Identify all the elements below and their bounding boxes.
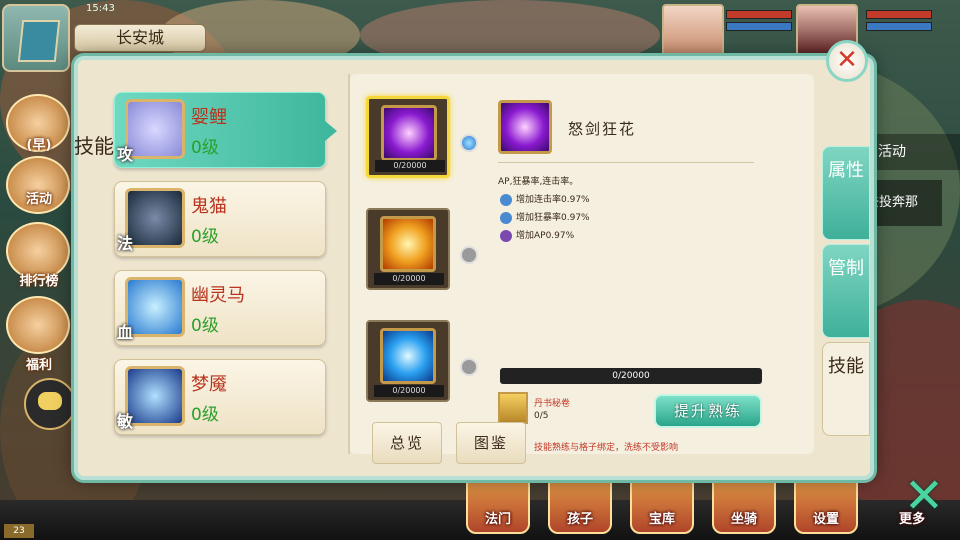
tab-control[interactable]: 管制 — [822, 244, 870, 338]
proficiency-note: 技能熟练与格子绑定，洗练不受影响 — [534, 443, 679, 453]
welfare-label: 福利 — [25, 358, 52, 373]
skill-radio[interactable] — [460, 134, 478, 152]
pet-card[interactable]: 法 鬼猫 0级 — [114, 181, 326, 257]
skill-detail-icon — [498, 100, 552, 154]
player-avatar[interactable] — [662, 4, 724, 58]
close-icon[interactable]: ✕ — [826, 40, 868, 82]
skill-radio[interactable] — [460, 358, 478, 376]
status-time: 15:43 — [86, 3, 115, 14]
activity-label: 活动 — [25, 192, 52, 207]
skill-effect: 增加连击率0.97% — [500, 192, 590, 206]
pet-hp-mp-bars — [866, 10, 932, 34]
swirl-icon — [500, 193, 512, 206]
skill-xp: 0/20000 — [374, 385, 444, 397]
codex-tab[interactable]: 图鉴 — [456, 422, 526, 464]
pet-level: 0级 — [191, 138, 219, 158]
skill-xp: 0/20000 — [375, 160, 445, 172]
chat-icon[interactable] — [24, 378, 76, 430]
section-label: 技能 — [74, 134, 114, 158]
pet-type-badge: 血 — [117, 323, 134, 342]
pet-level: 0级 — [191, 405, 219, 425]
skill-slot[interactable]: 0/20000 — [366, 96, 450, 178]
pet-card[interactable]: 攻 婴鲤 0级 — [114, 92, 337, 168]
morning-label: (早) — [26, 138, 52, 153]
divider — [498, 162, 754, 163]
swirl-icon — [500, 211, 512, 224]
mount-label: 坐骑 — [730, 512, 757, 527]
pet-name: 婴鲤 — [191, 107, 227, 128]
more-label: 更多 — [898, 512, 925, 527]
activity-hud[interactable]: 活动 — [860, 134, 960, 170]
pet-type-badge: 敏 — [117, 412, 134, 431]
skill-panel: 0/20000 0/20000 0/20000 怒剑狂花 AP,狂暴率,连击率。… — [350, 74, 814, 454]
pet-portrait — [125, 188, 185, 248]
skill-icon — [381, 105, 437, 161]
pet-type-badge: 法 — [117, 234, 134, 253]
skill-radio[interactable] — [460, 246, 478, 264]
pet-card[interactable]: 敏 梦魇 0级 — [114, 359, 326, 435]
pet-name: 幽灵马 — [191, 285, 245, 306]
skill-xp: 0/20000 — [374, 273, 444, 285]
book-icon — [498, 392, 528, 424]
player-hp-mp-bars — [726, 10, 792, 34]
overview-tab[interactable]: 总览 — [372, 422, 442, 464]
tab-attributes[interactable]: 属性 — [822, 146, 870, 240]
skill-description: AP,狂暴率,连击率。 — [498, 177, 579, 187]
dharma-label: 法门 — [484, 512, 511, 527]
child-label: 孩子 — [566, 512, 593, 527]
pet-portrait — [125, 277, 185, 337]
level-tag: 23 — [4, 524, 34, 538]
pet-portrait — [125, 99, 185, 159]
skill-slot[interactable]: 0/20000 — [366, 320, 450, 402]
skill-xp-bar: 0/20000 — [500, 368, 762, 384]
skill-effect: 增加狂暴率0.97% — [500, 210, 590, 224]
skill-effect: 增加AP0.97% — [500, 228, 574, 242]
pet-level: 0级 — [191, 227, 219, 247]
book-count: 0/5 — [534, 411, 549, 421]
upgrade-proficiency-button[interactable]: 提升熟练 — [654, 394, 762, 428]
ranking-label: 排行榜 — [19, 274, 59, 289]
skill-slot[interactable]: 0/20000 — [366, 208, 450, 290]
pet-skill-dialog: 技能 攻 婴鲤 0级 法 鬼猫 0级 血 幽灵马 0级 敏 梦魇 0级 0/20… — [74, 56, 874, 480]
book-name: 丹书秘卷 — [534, 399, 571, 409]
treasury-label: 宝库 — [648, 512, 675, 527]
pet-list: 攻 婴鲤 0级 法 鬼猫 0级 血 幽灵马 0级 敏 梦魇 0级 — [114, 84, 346, 444]
settings-label: 设置 — [812, 512, 839, 527]
sword-icon — [500, 229, 512, 242]
pet-portrait — [125, 366, 185, 426]
pet-card[interactable]: 血 幽灵马 0级 — [114, 270, 326, 346]
pet-type-badge: 攻 — [117, 145, 134, 164]
welfare-button[interactable] — [6, 296, 70, 354]
location-label[interactable]: 长安城 — [74, 24, 206, 52]
pet-name: 鬼猫 — [191, 196, 227, 217]
skill-icon — [380, 216, 436, 272]
pet-level: 0级 — [191, 316, 219, 336]
pet-name: 梦魇 — [191, 374, 227, 395]
tab-skills[interactable]: 技能 — [822, 342, 870, 436]
skill-detail-name: 怒剑狂花 — [568, 120, 637, 138]
skill-icon — [380, 328, 436, 384]
map-icon[interactable] — [2, 4, 70, 72]
